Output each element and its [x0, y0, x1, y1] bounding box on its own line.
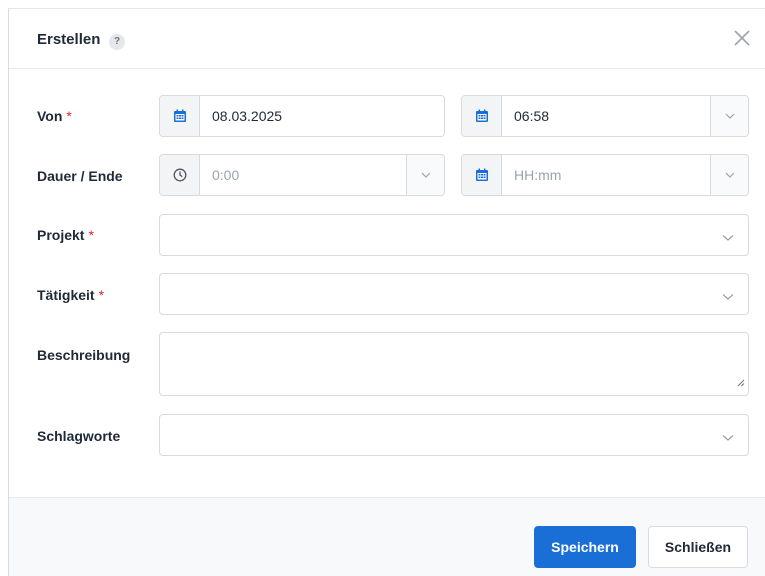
calendar-icon[interactable] — [462, 155, 502, 195]
von-date-value: 08.03.2025 — [212, 108, 283, 124]
dialog-title: Erstellen — [37, 31, 101, 48]
end-time-placeholder: HH:mm — [514, 167, 562, 183]
required-marker: * — [88, 227, 94, 243]
von-time-input[interactable]: 06:58 — [461, 95, 749, 137]
taetigkeit-label: Tätigkeit * — [37, 287, 105, 303]
taetigkeit-select[interactable] — [159, 273, 749, 315]
required-marker: * — [98, 287, 105, 303]
clock-icon — [160, 155, 200, 195]
resize-grip-icon[interactable] — [737, 374, 745, 392]
dialog-footer: Speichern Schließen — [9, 497, 765, 576]
calendar-icon[interactable] — [160, 96, 200, 136]
von-time-value: 06:58 — [514, 108, 550, 124]
chevron-down-icon[interactable] — [710, 96, 748, 136]
duration-input[interactable]: 0:00 — [159, 154, 445, 196]
chevron-down-icon[interactable] — [406, 155, 444, 195]
required-marker: * — [66, 108, 72, 124]
chevron-down-icon[interactable] — [722, 288, 734, 306]
beschreibung-label: Beschreibung — [37, 347, 131, 363]
projekt-select[interactable] — [159, 214, 749, 256]
dialog-header: Erstellen ? — [9, 9, 765, 69]
close-button[interactable]: Schließen — [648, 526, 748, 568]
close-icon[interactable] — [731, 27, 753, 49]
schlagworte-select[interactable] — [159, 414, 749, 456]
schlagworte-label: Schlagworte — [37, 428, 121, 444]
chevron-down-icon[interactable] — [722, 229, 734, 247]
von-date-input[interactable]: 08.03.2025 — [159, 95, 445, 137]
save-button[interactable]: Speichern — [534, 526, 636, 568]
dauer-label: Dauer / Ende — [37, 168, 123, 184]
chevron-down-icon[interactable] — [710, 155, 748, 195]
help-icon[interactable]: ? — [109, 34, 125, 50]
projekt-label: Projekt * — [37, 227, 94, 243]
calendar-icon[interactable] — [462, 96, 502, 136]
von-label: Von * — [37, 108, 72, 124]
end-time-input[interactable]: HH:mm — [461, 154, 749, 196]
create-dialog: Erstellen ? Von * 08.03.2025 06:58 Dauer … — [8, 8, 765, 576]
chevron-down-icon[interactable] — [722, 429, 734, 447]
beschreibung-textarea[interactable] — [159, 332, 749, 396]
duration-placeholder: 0:00 — [212, 167, 240, 183]
